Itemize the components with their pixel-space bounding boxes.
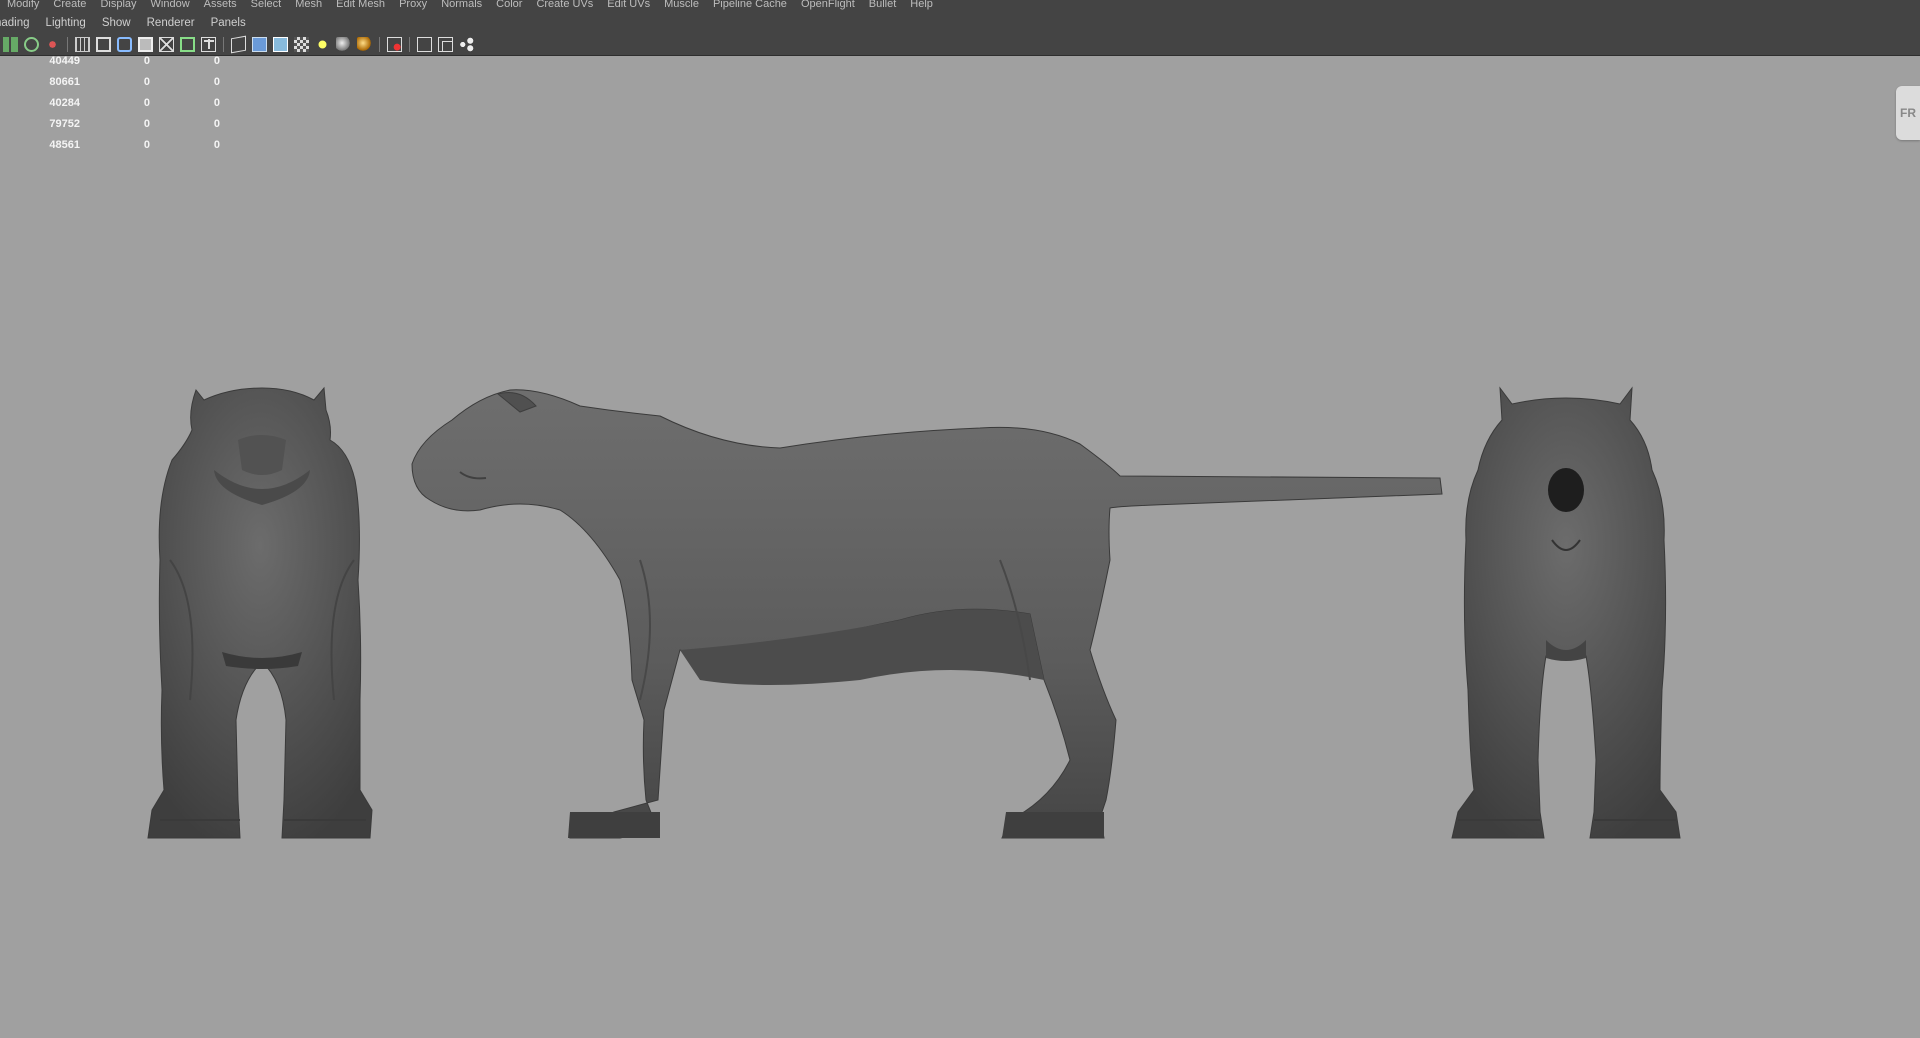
model-rear-view[interactable] [1451, 386, 1681, 839]
viewport-3d[interactable] [0, 0, 1920, 1038]
model-tail-root [1548, 468, 1584, 512]
model-side-view[interactable] [411, 389, 1443, 839]
model-front-view[interactable] [147, 386, 373, 839]
